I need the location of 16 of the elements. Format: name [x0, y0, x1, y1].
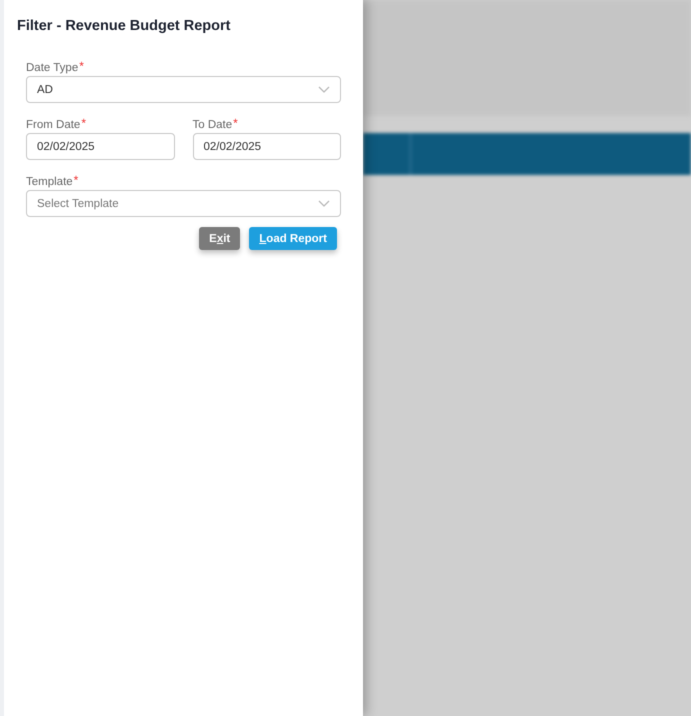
field-label: From Date	[26, 119, 80, 131]
required-mark: *	[233, 116, 238, 130]
field-label: To Date	[192, 119, 232, 131]
field-label: Template	[26, 176, 73, 188]
field-label: Date Type	[26, 62, 78, 74]
chevron-down-icon	[318, 86, 330, 93]
chevron-down-icon	[318, 200, 330, 207]
required-mark: *	[79, 59, 84, 73]
required-mark: *	[74, 173, 78, 187]
select-field[interactable]: AD	[26, 76, 341, 103]
date-field[interactable]: 02/02/2025	[26, 133, 174, 160]
panel-title: Filter - Revenue Budget Report	[17, 18, 232, 34]
date-field[interactable]: 02/02/2025	[192, 133, 341, 160]
required-mark: *	[81, 116, 86, 130]
select-field[interactable]: Select Template	[26, 190, 341, 217]
exit-button[interactable]: Exit	[199, 227, 240, 250]
